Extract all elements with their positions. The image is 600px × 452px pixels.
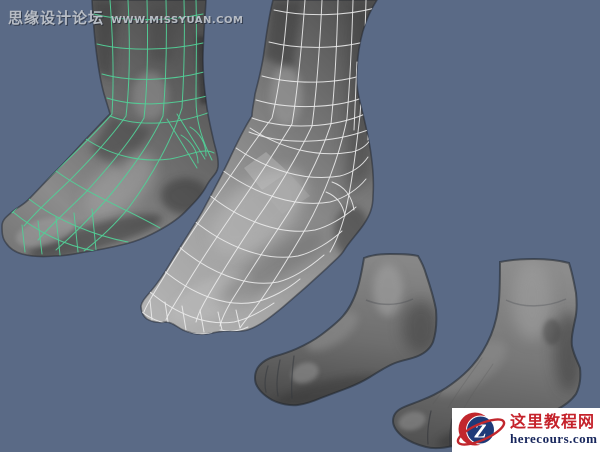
- logo-site-name: 这里教程网: [510, 412, 596, 432]
- logo-herecours: Z 这里教程网 herecours.com: [452, 408, 600, 452]
- viewport-canvas[interactable]: [0, 0, 600, 452]
- herecours-logo-icon: Z: [456, 412, 506, 446]
- logo-site-url: herecours.com: [510, 431, 598, 447]
- viewport-3d[interactable]: 思缘设计论坛 WWW.MISSYUAN.COM Z 这里教程网 herecour…: [0, 0, 600, 452]
